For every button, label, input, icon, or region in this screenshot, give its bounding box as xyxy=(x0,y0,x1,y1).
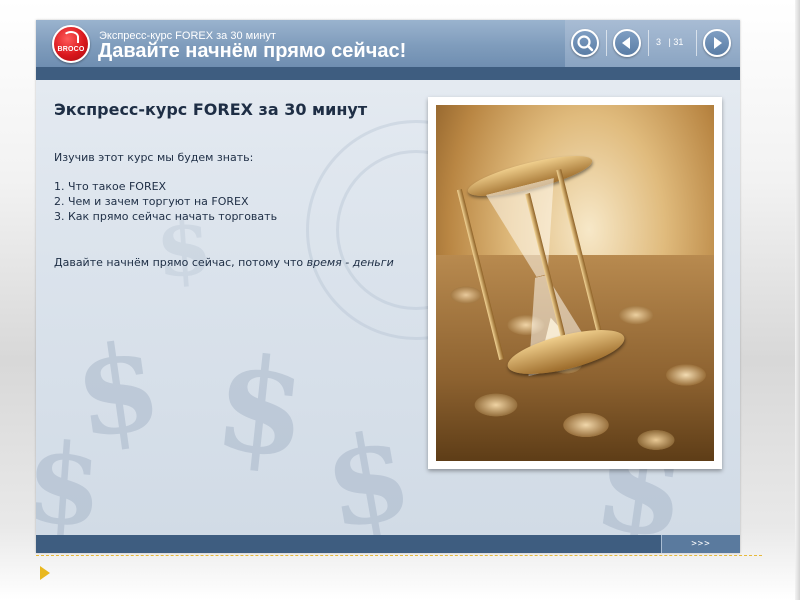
content-intro: Изучив этот курс мы будем знать: xyxy=(54,151,254,164)
nav-divider xyxy=(696,30,697,56)
dashed-divider xyxy=(36,555,762,556)
dollar-watermark: $ xyxy=(208,325,315,488)
header-strip xyxy=(36,67,740,80)
slide-header: BROCO Экспресс-курс FOREX за 30 минут Да… xyxy=(36,20,740,67)
presentation-page: $ $ $ $ $ $ BROCO Экспресс-курс FOREX за… xyxy=(0,0,800,600)
nav-divider xyxy=(606,30,607,56)
hourglass-photo xyxy=(436,105,714,461)
triangle-right-icon xyxy=(714,37,722,49)
prev-slide-button[interactable] xyxy=(613,29,641,57)
list-item: 3. Как прямо сейчас начать торговать xyxy=(54,210,278,223)
closing-emphasis: время - деньги xyxy=(306,256,394,269)
content-heading: Экспресс-курс FOREX за 30 минут xyxy=(54,100,368,119)
window-edge xyxy=(795,0,800,600)
broco-logo: BROCO xyxy=(52,25,90,63)
current-page: 3 xyxy=(656,37,662,47)
next-slide-button[interactable] xyxy=(703,29,731,57)
closing-text: Давайте начнём прямо сейчас, потому что xyxy=(54,256,307,269)
triangle-left-icon xyxy=(622,37,630,49)
list-item: 1. Что такое FOREX xyxy=(54,180,167,193)
search-button[interactable] xyxy=(571,29,599,57)
content-closing: Давайте начнём прямо сейчас, потому что … xyxy=(54,255,399,270)
footer-bar xyxy=(36,535,740,553)
list-item: 2. Чем и зачем торгуют на FOREX xyxy=(54,195,249,208)
page-counter: 3 | 31 xyxy=(656,37,694,47)
page-separator: | xyxy=(668,37,671,47)
photo-card xyxy=(428,97,722,469)
total-pages: 31 xyxy=(673,37,684,47)
header-title: Давайте начнём прямо сейчас! xyxy=(98,40,407,62)
slide-frame: $ $ $ $ $ $ BROCO Экспресс-курс FOREX за… xyxy=(36,20,740,553)
magnifier-icon xyxy=(577,35,594,52)
logo-text: BROCO xyxy=(57,46,85,53)
logo-swirl-icon xyxy=(63,31,79,43)
dollar-watermark: $ xyxy=(36,417,107,552)
play-arrow-icon[interactable] xyxy=(40,566,50,580)
dollar-watermark: $ xyxy=(314,403,422,553)
nav-divider xyxy=(648,30,649,56)
next-button[interactable]: >>> xyxy=(661,535,740,553)
